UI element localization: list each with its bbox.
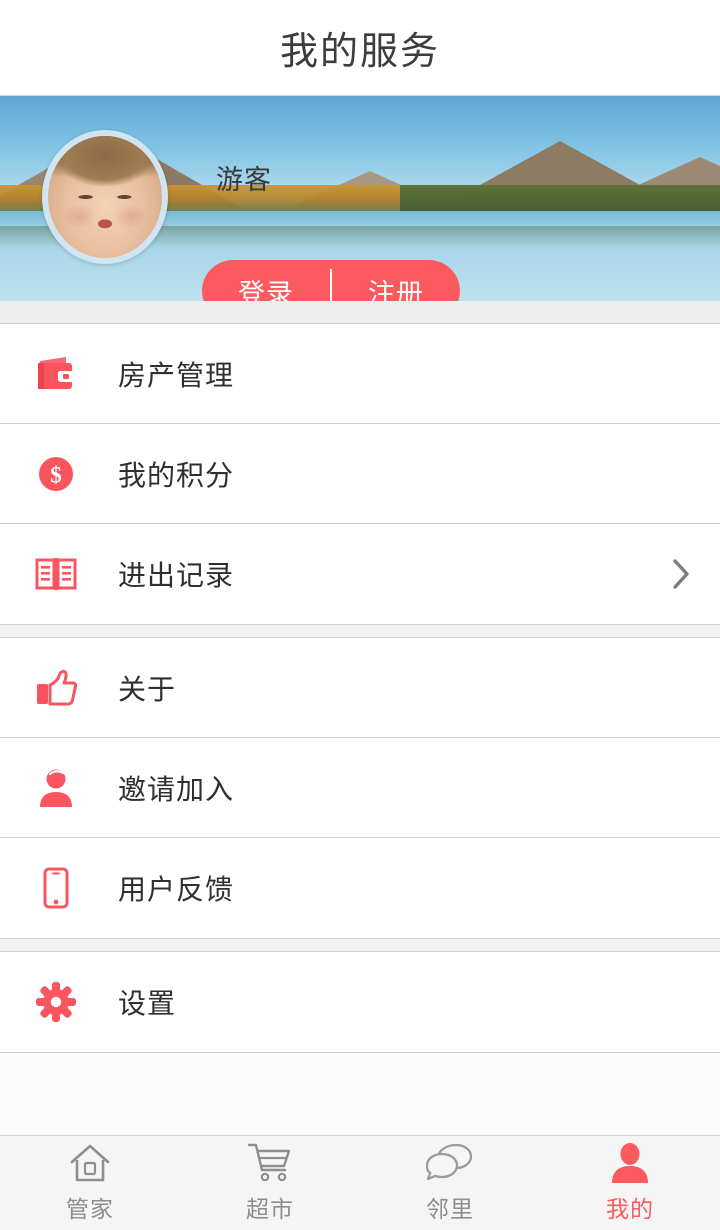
menu-item-label: 进出记录 bbox=[118, 560, 235, 591]
person-filled-icon bbox=[610, 1142, 650, 1184]
pine-treeline bbox=[400, 184, 720, 211]
chevron-right-icon[interactable] bbox=[658, 557, 692, 591]
login-button[interactable]: 登录 bbox=[202, 260, 330, 302]
profile-banner: 游客 登录 注册 bbox=[0, 96, 720, 301]
tab-label: 管家 bbox=[66, 1196, 114, 1222]
menu-content: 房产管理 $ 我的积分 进出记录 关于 邀请加入 用户反馈 设置 bbox=[0, 301, 720, 1135]
menu-item-label: 设置 bbox=[118, 988, 177, 1019]
tab-label: 我的 bbox=[606, 1196, 654, 1222]
person-icon bbox=[28, 768, 84, 808]
menu-item-label: 用户反馈 bbox=[118, 874, 235, 905]
menu-item-label: 邀请加入 bbox=[118, 773, 235, 805]
svg-text:$: $ bbox=[50, 462, 62, 487]
page-title: 我的服务 bbox=[279, 31, 440, 73]
menu-item-settings[interactable]: 设置 bbox=[0, 952, 720, 1052]
menu-group-3: 设置 bbox=[0, 952, 720, 1052]
tab-label: 邻里 bbox=[426, 1196, 474, 1222]
menu-item-invite-join[interactable]: 邀请加入 bbox=[0, 738, 720, 838]
menu-item-about[interactable]: 关于 bbox=[0, 638, 720, 738]
menu-item-user-feedback[interactable]: 用户反馈 bbox=[0, 838, 720, 938]
menu-item-label: 关于 bbox=[118, 673, 177, 705]
coin-dollar-icon: $ bbox=[28, 454, 84, 494]
menu-item-access-records[interactable]: 进出记录 bbox=[0, 524, 720, 624]
user-name: 游客 bbox=[216, 165, 272, 195]
wallet-icon bbox=[28, 355, 84, 393]
user-avatar[interactable] bbox=[42, 130, 168, 264]
bottom-tabbar: 管家 超市 邻里 我的 bbox=[0, 1135, 720, 1230]
group-spacer bbox=[0, 938, 720, 952]
mobile-phone-icon bbox=[28, 867, 84, 909]
menu-item-label: 我的积分 bbox=[118, 459, 235, 491]
menu-item-property-management[interactable]: 房产管理 bbox=[0, 324, 720, 424]
menu-item-label: 房产管理 bbox=[118, 359, 235, 391]
tab-mine[interactable]: 我的 bbox=[540, 1136, 720, 1230]
list-tail-space bbox=[0, 1052, 720, 1135]
gear-icon bbox=[28, 981, 84, 1023]
page-header: 我的服务 bbox=[0, 0, 720, 96]
book-icon bbox=[28, 555, 84, 593]
menu-item-my-points[interactable]: $ 我的积分 bbox=[0, 424, 720, 524]
register-button[interactable]: 注册 bbox=[332, 260, 460, 302]
menu-group-2: 关于 邀请加入 用户反馈 bbox=[0, 638, 720, 938]
shopping-cart-icon bbox=[247, 1142, 293, 1184]
menu-group-1: 房产管理 $ 我的积分 进出记录 bbox=[0, 324, 720, 624]
tab-housekeeper[interactable]: 管家 bbox=[0, 1136, 180, 1230]
house-icon bbox=[68, 1142, 112, 1184]
tab-label: 超市 bbox=[246, 1196, 294, 1222]
chat-bubbles-icon bbox=[426, 1142, 474, 1184]
tab-neighborhood[interactable]: 邻里 bbox=[360, 1136, 540, 1230]
auth-button-group: 登录 注册 bbox=[202, 260, 460, 301]
app-screen: 我的服务 游客 登录 注册 房产管理 $ 我的积分 进出记录 关于 邀请加入 用… bbox=[0, 0, 720, 1230]
avatar-photo bbox=[48, 136, 162, 258]
tab-supermarket[interactable]: 超市 bbox=[180, 1136, 360, 1230]
section-spacer bbox=[0, 301, 720, 324]
group-spacer bbox=[0, 624, 720, 638]
thumbs-up-icon bbox=[28, 668, 84, 708]
